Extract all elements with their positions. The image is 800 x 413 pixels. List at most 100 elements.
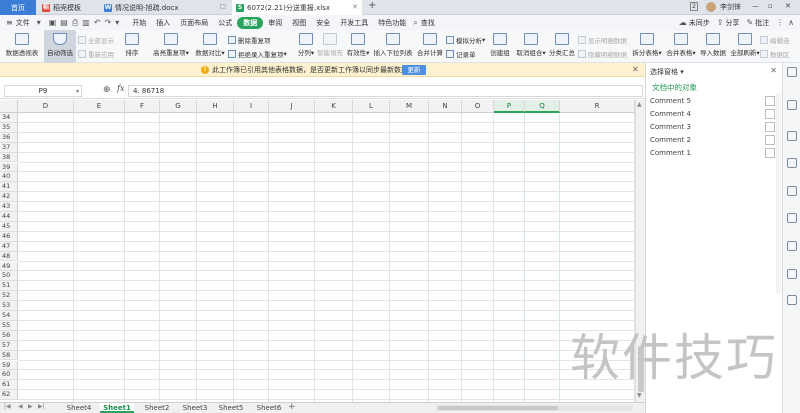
select-all-corner[interactable] — [0, 100, 18, 113]
validity-button[interactable]: 有效性▾ — [345, 30, 371, 63]
row-header[interactable]: 49 — [0, 261, 18, 272]
row-header[interactable]: 48 — [0, 251, 18, 262]
sort-button[interactable]: 排序 — [117, 30, 147, 63]
merge-calculation-button[interactable]: 合并计算 — [414, 30, 446, 63]
autofilter-button[interactable]: 自动筛选 — [44, 30, 76, 63]
menu-icon[interactable]: ≡ — [4, 18, 15, 27]
menu-security[interactable]: 安全 — [311, 18, 335, 28]
sync-status[interactable]: 未同步 — [689, 18, 715, 28]
undo-icon[interactable]: ↶ — [92, 18, 103, 27]
file-menu[interactable]: 文件 — [15, 18, 35, 28]
quick-access-dropdown-icon[interactable]: ▾ — [113, 18, 121, 27]
search-menu[interactable]: 查找 — [420, 18, 440, 28]
new-tab-icon[interactable]: + — [368, 0, 376, 11]
column-header-m[interactable]: M — [390, 100, 429, 113]
row-header[interactable]: 51 — [0, 281, 18, 292]
function-icon[interactable]: fx — [117, 84, 124, 93]
share-button[interactable]: 分享 — [725, 18, 744, 28]
menu-review[interactable]: 审阅 — [263, 18, 287, 28]
row-header[interactable]: 56 — [0, 330, 18, 341]
menu-insert[interactable]: 插入 — [151, 18, 175, 28]
menu-special[interactable]: 特色功能 — [373, 18, 411, 28]
hide-detail-button[interactable]: 隐藏明细数据 — [578, 48, 627, 59]
show-all-button[interactable]: 全部显示 — [78, 34, 114, 45]
row-header[interactable]: 50 — [0, 271, 18, 282]
pane-object-item[interactable]: Comment 3 — [650, 121, 775, 133]
close-icon[interactable]: ✕ — [770, 66, 777, 75]
next-sheet-icon[interactable]: ▶ — [28, 403, 33, 410]
formula-input[interactable]: 4. 86718 — [128, 85, 643, 97]
prev-sheet-icon[interactable]: ◀ — [18, 403, 23, 410]
refresh-all-button[interactable]: 全部刷新▾ — [730, 30, 760, 63]
annotate-button[interactable]: 批注 — [755, 18, 774, 28]
column-header-o[interactable]: O — [462, 100, 494, 113]
row-header[interactable]: 52 — [0, 291, 18, 302]
row-header[interactable]: 42 — [0, 192, 18, 203]
visibility-toggle[interactable] — [765, 135, 775, 145]
column-header-q[interactable]: Q — [525, 100, 560, 113]
row-header[interactable]: 54 — [0, 311, 18, 321]
column-header-h[interactable]: H — [197, 100, 234, 113]
column-header-n[interactable]: N — [429, 100, 462, 113]
edit-links-button[interactable]: 编辑连 — [760, 34, 790, 45]
row-header[interactable]: 38 — [0, 152, 18, 163]
tab-count-badge[interactable]: 2 — [690, 2, 698, 11]
menu-view[interactable]: 视图 — [287, 18, 311, 28]
menu-developer[interactable]: 开发工具 — [335, 18, 373, 28]
zoom-icon[interactable]: ⊕ — [103, 85, 111, 95]
row-header[interactable]: 37 — [0, 142, 18, 153]
tools-icon[interactable] — [787, 295, 797, 305]
record-sheet-button[interactable]: 记录单 — [446, 48, 476, 59]
row-header[interactable]: 35 — [0, 122, 18, 133]
sheet-tab-sheet1[interactable]: Sheet1 — [100, 403, 134, 413]
row-header[interactable]: 46 — [0, 231, 18, 242]
add-sheet-icon[interactable]: + — [288, 402, 296, 412]
row-header[interactable]: 40 — [0, 172, 18, 183]
subtotal-button[interactable]: 分类汇总 — [548, 30, 576, 63]
cloud-icon[interactable] — [787, 269, 797, 279]
row-header[interactable]: 39 — [0, 162, 18, 173]
search-icon[interactable]: ⌕ — [411, 18, 419, 28]
redo-icon[interactable]: ↷ — [103, 18, 114, 27]
sheet-tab-sheet3[interactable]: Sheet3 — [178, 403, 212, 413]
row-header[interactable]: 47 — [0, 241, 18, 252]
data-area-props-button[interactable]: 数据区 — [760, 48, 790, 59]
pane-object-item[interactable]: Comment 4 — [650, 108, 775, 120]
filter-icon[interactable] — [787, 186, 797, 196]
tab-word-document[interactable]: W 情况说明-旭疏.docx ☐ — [100, 0, 230, 15]
menu-start[interactable]: 开始 — [127, 18, 151, 28]
sheet-tab-sheet6[interactable]: Sheet6 — [252, 403, 286, 413]
split-table-button[interactable]: 拆分表格▾ — [630, 30, 664, 63]
row-header[interactable]: 41 — [0, 182, 18, 193]
pane-scrollbar[interactable] — [776, 93, 781, 293]
backup-icon[interactable] — [787, 213, 797, 223]
chevron-down-icon[interactable]: ▾ — [35, 18, 43, 27]
row-header[interactable]: 53 — [0, 301, 18, 311]
scroll-down-icon[interactable]: ▼ — [637, 392, 642, 399]
collapse-ribbon-icon[interactable]: ∧ — [786, 18, 796, 27]
column-header-l[interactable]: L — [353, 100, 390, 113]
user-name[interactable]: 李剑锋 — [720, 2, 741, 12]
data-compare-button[interactable]: 数据对比▾ — [194, 30, 226, 63]
scroll-thumb[interactable] — [438, 406, 558, 410]
close-icon[interactable]: ✕ — [352, 3, 358, 11]
menu-data[interactable]: 数据 — [237, 16, 264, 29]
visibility-toggle[interactable] — [765, 148, 775, 158]
row-header[interactable]: 59 — [0, 360, 18, 371]
open-icon[interactable]: ▤ — [58, 18, 70, 27]
column-header-g[interactable]: G — [160, 100, 197, 113]
row-header[interactable]: 60 — [0, 370, 18, 381]
select-icon[interactable] — [787, 67, 797, 77]
menu-formula[interactable]: 公式 — [213, 18, 237, 28]
help-icon[interactable] — [787, 241, 797, 251]
name-box[interactable]: P9 ▾ — [4, 85, 82, 97]
ungroup-button[interactable]: 取消组合▾ — [514, 30, 548, 63]
visibility-toggle[interactable] — [765, 109, 775, 119]
row-header[interactable]: 45 — [0, 221, 18, 232]
spreadsheet-grid[interactable]: ▲ ▼ D E F G H I J K L M N O P Q R 34 35 36 37 38 39 40 41 42 43 4… — [0, 100, 645, 402]
sheet-tab-sheet2[interactable]: Sheet2 — [140, 403, 174, 413]
pane-title[interactable]: 选择窗格 ▾ — [650, 67, 684, 77]
first-sheet-icon[interactable]: |◀ — [4, 403, 11, 410]
column-header-e[interactable]: E — [74, 100, 125, 113]
reject-duplicates-button[interactable]: 拒绝录入重复项 ▾ — [228, 48, 287, 59]
